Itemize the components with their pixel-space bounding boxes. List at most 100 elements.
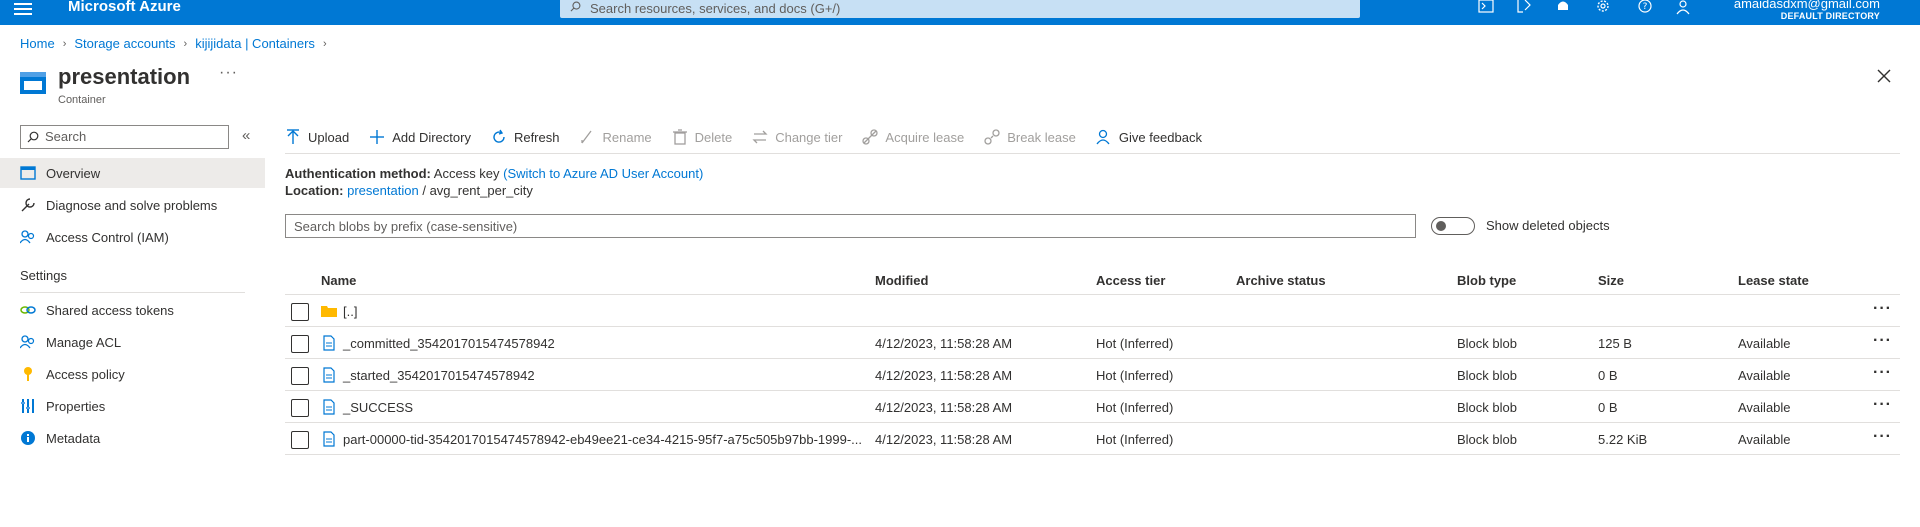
row-more-button[interactable]: ··· bbox=[1873, 396, 1892, 414]
notifications-icon[interactable] bbox=[1554, 0, 1572, 16]
page-subtitle: Container bbox=[58, 94, 106, 106]
column-header-access-tier[interactable]: Access tier bbox=[1096, 273, 1165, 288]
refresh-label: Refresh bbox=[513, 129, 560, 145]
acquire-lease-label: Acquire lease bbox=[885, 129, 965, 145]
help-icon[interactable]: ? bbox=[1636, 0, 1654, 16]
sidebar-item-iam[interactable]: Access Control (IAM) bbox=[0, 222, 265, 252]
cloud-shell-icon[interactable] bbox=[1477, 0, 1495, 16]
location-container-link[interactable]: presentation bbox=[347, 183, 419, 198]
rename-icon bbox=[581, 130, 593, 144]
breadcrumb-home[interactable]: Home bbox=[20, 36, 55, 51]
table-row[interactable]: _started_3542017015474578942 4/12/2023, … bbox=[285, 359, 1900, 391]
show-deleted-toggle[interactable] bbox=[1431, 217, 1475, 235]
sidebar-item-shared-access-tokens[interactable]: Shared access tokens bbox=[0, 295, 265, 325]
link-icon bbox=[20, 306, 36, 314]
sidebar-item-label: Overview bbox=[46, 165, 101, 181]
blob-size: 0 B bbox=[1598, 400, 1618, 415]
column-header-lease-state[interactable]: Lease state bbox=[1738, 273, 1809, 288]
brand-title[interactable]: Microsoft Azure bbox=[68, 0, 181, 15]
file-icon bbox=[323, 399, 335, 415]
page-title: presentation bbox=[58, 64, 191, 89]
breadcrumb-storage-accounts[interactable]: Storage accounts bbox=[74, 36, 175, 51]
close-icon[interactable] bbox=[1876, 68, 1892, 84]
file-icon bbox=[323, 367, 335, 383]
file-icon bbox=[323, 431, 335, 447]
sidebar-item-diagnose[interactable]: Diagnose and solve problems bbox=[0, 190, 265, 220]
table-row[interactable]: part-00000-tid-3542017015474578942-eb49e… bbox=[285, 423, 1900, 455]
blob-type: Block blob bbox=[1457, 400, 1517, 415]
collapse-sidebar-button[interactable]: « bbox=[242, 127, 250, 144]
row-checkbox[interactable] bbox=[291, 367, 309, 385]
people-icon bbox=[20, 230, 35, 244]
give-feedback-label: Give feedback bbox=[1118, 129, 1202, 145]
toggle-knob bbox=[1436, 221, 1446, 231]
break-lease-button[interactable]: Break lease bbox=[984, 129, 1076, 145]
column-header-size[interactable]: Size bbox=[1598, 273, 1624, 288]
table-row-parent[interactable]: [..] ··· bbox=[285, 295, 1900, 327]
change-tier-button[interactable]: Change tier bbox=[752, 129, 842, 145]
blob-name[interactable]: _started_3542017015474578942 bbox=[343, 368, 535, 383]
blob-table: Name Modified Access tier Archive status… bbox=[285, 264, 1900, 455]
column-header-modified[interactable]: Modified bbox=[875, 273, 928, 288]
upload-button[interactable]: Upload bbox=[285, 129, 349, 145]
more-options-button[interactable]: ··· bbox=[219, 64, 238, 82]
feedback-icon[interactable] bbox=[1676, 0, 1694, 16]
parent-directory-link[interactable]: [..] bbox=[343, 304, 357, 319]
sidebar-item-access-policy[interactable]: Access policy bbox=[0, 359, 265, 389]
row-more-button[interactable]: ··· bbox=[1873, 428, 1892, 446]
user-account[interactable]: amaidasdxm@gmail.com DEFAULT DIRECTORY bbox=[1734, 0, 1880, 21]
sidebar-search-input[interactable]: Search bbox=[20, 125, 229, 149]
column-header-name[interactable]: Name bbox=[321, 273, 356, 288]
blob-lease-state: Available bbox=[1738, 400, 1791, 415]
breadcrumb-containers[interactable]: kijijidata | Containers bbox=[195, 36, 315, 51]
table-row[interactable]: _SUCCESS 4/12/2023, 11:58:28 AM Hot (Inf… bbox=[285, 391, 1900, 423]
blob-type: Block blob bbox=[1457, 336, 1517, 351]
blob-size: 5.22 KiB bbox=[1598, 432, 1648, 447]
add-directory-button[interactable]: Add Directory bbox=[369, 129, 471, 145]
upload-label: Upload bbox=[308, 129, 350, 145]
sidebar-item-label: Access Control (IAM) bbox=[46, 229, 169, 245]
blob-name[interactable]: _SUCCESS bbox=[343, 400, 413, 415]
refresh-button[interactable]: Refresh bbox=[491, 129, 560, 145]
column-header-archive-status[interactable]: Archive status bbox=[1236, 273, 1326, 288]
table-header: Name Modified Access tier Archive status… bbox=[285, 264, 1900, 295]
sidebar-item-metadata[interactable]: Metadata bbox=[0, 423, 265, 453]
row-checkbox[interactable] bbox=[291, 335, 309, 353]
blob-access-tier: Hot (Inferred) bbox=[1096, 400, 1174, 415]
blob-name[interactable]: part-00000-tid-3542017015474578942-eb49e… bbox=[343, 432, 862, 447]
sidebar-item-overview[interactable]: Overview bbox=[0, 158, 265, 188]
delete-button[interactable]: Delete bbox=[672, 129, 732, 145]
rename-button[interactable]: Rename bbox=[579, 129, 652, 145]
break-lease-label: Break lease bbox=[1007, 129, 1076, 145]
switch-auth-link[interactable]: (Switch to Azure AD User Account) bbox=[503, 166, 703, 181]
row-checkbox[interactable] bbox=[291, 399, 309, 417]
row-checkbox[interactable] bbox=[291, 303, 309, 321]
svg-text:?: ? bbox=[1643, 2, 1648, 12]
global-search-placeholder: Search resources, services, and docs (G+… bbox=[590, 1, 841, 16]
acquire-lease-button[interactable]: Acquire lease bbox=[862, 129, 964, 145]
column-header-blob-type[interactable]: Blob type bbox=[1457, 273, 1516, 288]
sidebar-item-manage-acl[interactable]: Manage ACL bbox=[0, 327, 265, 357]
properties-icon bbox=[21, 399, 34, 413]
row-more-button[interactable]: ··· bbox=[1873, 332, 1892, 350]
directory-filter-icon[interactable] bbox=[1515, 0, 1533, 16]
row-more-button[interactable]: ··· bbox=[1873, 300, 1892, 318]
breadcrumb: Home › Storage accounts › kijijidata | C… bbox=[20, 36, 335, 51]
global-search-input[interactable]: Search resources, services, and docs (G+… bbox=[560, 0, 1360, 18]
blob-access-tier: Hot (Inferred) bbox=[1096, 432, 1174, 447]
show-deleted-label: Show deleted objects bbox=[1486, 218, 1610, 233]
blob-lease-state: Available bbox=[1738, 432, 1791, 447]
sidebar-item-label: Manage ACL bbox=[46, 334, 122, 350]
location-label: Location: bbox=[285, 183, 344, 198]
blob-name[interactable]: _committed_3542017015474578942 bbox=[343, 336, 555, 351]
blob-prefix-search-input[interactable]: Search blobs by prefix (case-sensitive) bbox=[285, 214, 1416, 238]
location-line: Location: presentation / avg_rent_per_ci… bbox=[285, 183, 533, 198]
table-row[interactable]: _committed_3542017015474578942 4/12/2023… bbox=[285, 327, 1900, 359]
give-feedback-button[interactable]: Give feedback bbox=[1096, 129, 1202, 145]
toolbar-divider bbox=[285, 153, 1900, 154]
sidebar-item-properties[interactable]: Properties bbox=[0, 391, 265, 421]
row-checkbox[interactable] bbox=[291, 431, 309, 449]
settings-icon[interactable] bbox=[1594, 0, 1612, 16]
hamburger-menu-icon[interactable] bbox=[14, 0, 32, 15]
row-more-button[interactable]: ··· bbox=[1873, 364, 1892, 382]
